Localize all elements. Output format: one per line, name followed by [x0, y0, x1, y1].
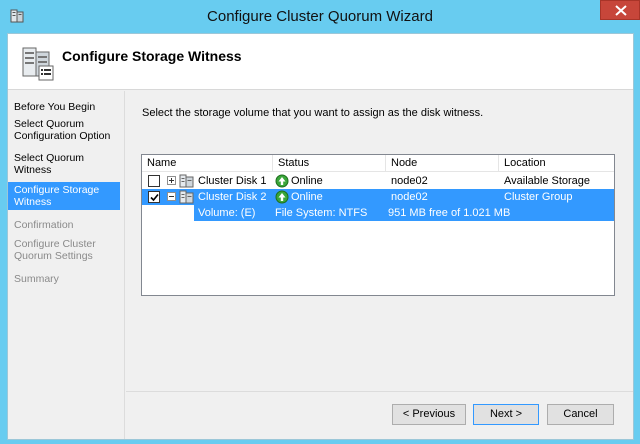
disk-icon: [179, 173, 195, 189]
row-location: Cluster Group: [504, 191, 573, 203]
expand-icon[interactable]: [167, 176, 176, 185]
window-title: Configure Cluster Quorum Wizard: [207, 8, 433, 25]
wizard-content: Select the storage volume that you want …: [126, 91, 633, 391]
table-row-cluster-disk-2[interactable]: Cluster Disk 2 Online node02 Cluster Gro…: [142, 189, 614, 205]
step-summary: Summary: [14, 273, 59, 285]
instruction-text: Select the storage volume that you want …: [142, 107, 484, 119]
row-name: Cluster Disk 2: [198, 191, 267, 203]
column-header-status[interactable]: Status: [273, 155, 386, 172]
list-header: Name Status Node Location: [142, 155, 614, 172]
volume-label: Volume: (E): [198, 207, 256, 219]
title-bar[interactable]: Configure Cluster Quorum Wizard: [0, 0, 640, 33]
step-configure-storage-witness[interactable]: Configure Storage Witness: [8, 182, 120, 210]
free-space-label: 951 MB free of 1.021 MB: [388, 207, 511, 219]
storage-witness-icon: [20, 44, 56, 82]
online-status-icon: [275, 174, 289, 188]
wizard-client-area: Configure Storage Witness Before You Beg…: [7, 33, 634, 440]
next-button[interactable]: Next >: [473, 404, 539, 425]
step-select-quorum-witness[interactable]: Select Quorum Witness: [8, 150, 120, 178]
column-header-name[interactable]: Name: [142, 155, 273, 172]
step-select-quorum-configuration-option[interactable]: Select Quorum Configuration Option: [8, 116, 120, 144]
step-configure-cluster-quorum-settings: Configure Cluster Quorum Settings: [14, 238, 96, 262]
close-icon: [615, 5, 627, 16]
step-before-you-begin[interactable]: Before You Begin: [8, 99, 120, 115]
wizard-window: Configure Cluster Quorum Wizard Configur…: [0, 0, 640, 444]
cancel-button[interactable]: Cancel: [547, 404, 614, 425]
checkmark-icon: [150, 193, 159, 202]
row-checkbox-cluster-disk-2[interactable]: [148, 191, 160, 203]
disk-icon: [179, 189, 195, 205]
row-node: node02: [391, 191, 428, 203]
collapse-icon[interactable]: [167, 192, 176, 201]
row-status: Online: [291, 175, 323, 187]
volume-detail-row[interactable]: Volume: (E) File System: NTFS 951 MB fre…: [194, 205, 614, 221]
wizard-steps-sidebar: Before You Begin Select Quorum Configura…: [8, 91, 125, 439]
row-location: Available Storage: [504, 175, 591, 187]
footer-divider: [126, 391, 633, 392]
page-title: Configure Storage Witness: [62, 48, 242, 64]
column-header-node[interactable]: Node: [386, 155, 499, 172]
row-status: Online: [291, 191, 323, 203]
row-checkbox-cluster-disk-1[interactable]: [148, 175, 160, 187]
wizard-header: Configure Storage Witness: [8, 34, 633, 90]
close-button[interactable]: [600, 0, 640, 20]
step-confirmation: Confirmation: [14, 219, 74, 231]
table-row-cluster-disk-1[interactable]: Cluster Disk 1 Online node02 Available S…: [142, 173, 614, 189]
storage-volume-list[interactable]: Name Status Node Location Cluster Disk 1…: [141, 154, 615, 296]
column-header-location[interactable]: Location: [499, 155, 614, 172]
row-node: node02: [391, 175, 428, 187]
previous-button[interactable]: < Previous: [392, 404, 466, 425]
row-name: Cluster Disk 1: [198, 175, 267, 187]
online-status-icon: [275, 190, 289, 204]
filesystem-label: File System: NTFS: [275, 207, 368, 219]
